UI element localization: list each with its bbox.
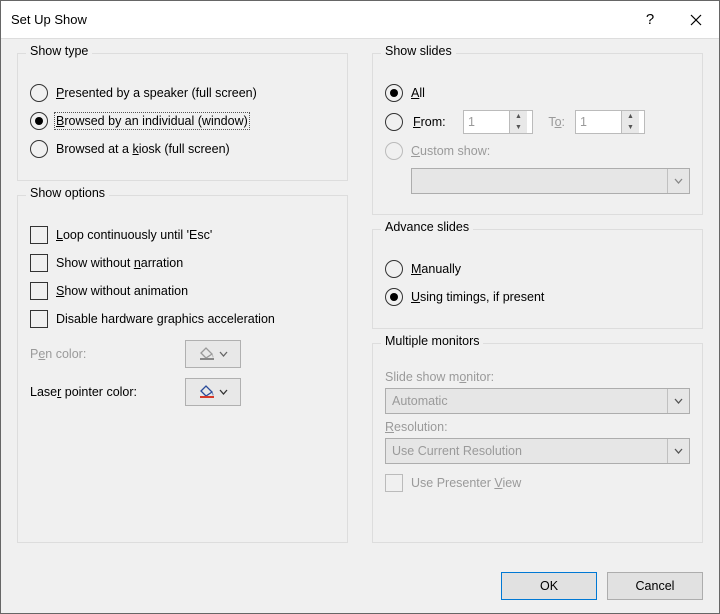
label: All — [411, 86, 425, 100]
right-column: Show slides All From: ▲▼ To: — [372, 53, 703, 557]
dialog-title: Set Up Show — [1, 12, 627, 27]
monitor-label: Slide show monitor: — [385, 370, 690, 384]
check-loop[interactable]: Loop continuously until 'Esc' — [30, 224, 335, 246]
select-text: Automatic — [386, 394, 667, 408]
setup-show-dialog: Set Up Show ? Show type Presented by a s… — [0, 0, 720, 614]
chevron-down-icon — [219, 389, 228, 395]
cancel-button[interactable]: Cancel — [607, 572, 703, 600]
check-no-animation[interactable]: Show without animation — [30, 280, 335, 302]
resolution-label: Resolution: — [385, 420, 690, 434]
label: Browsed by an individual (window) — [56, 114, 248, 128]
checkbox-icon — [30, 282, 48, 300]
pen-color-row: Pen color: — [30, 340, 335, 368]
group-multiple-monitors: Multiple monitors Slide show monitor: Au… — [372, 343, 703, 543]
group-advance-slides: Advance slides Manually Using timings, i… — [372, 229, 703, 329]
to-label: To: — [543, 115, 565, 129]
group-title-show-options: Show options — [26, 186, 109, 200]
close-icon — [690, 14, 702, 26]
label: Show without narration — [56, 256, 183, 270]
from-spinner[interactable]: ▲▼ — [463, 110, 533, 134]
group-show-slides: Show slides All From: ▲▼ To: — [372, 53, 703, 215]
radio-slides-from-row: From: ▲▼ To: ▲▼ — [385, 110, 690, 134]
left-column: Show type Presented by a speaker (full s… — [17, 53, 348, 557]
radio-icon — [30, 84, 48, 102]
from-label: From: — [413, 115, 453, 129]
checkbox-icon — [30, 226, 48, 244]
select-text: Use Current Resolution — [386, 444, 667, 458]
label: Using timings, if present — [411, 290, 544, 304]
radio-advance-timings[interactable]: Using timings, if present — [385, 286, 690, 308]
label: Manually — [411, 262, 461, 276]
group-title-advance: Advance slides — [381, 220, 473, 234]
laser-color-button[interactable] — [185, 378, 241, 406]
radio-icon — [30, 112, 48, 130]
radio-icon — [385, 142, 403, 160]
laser-color-label: Laser pointer color: — [30, 385, 175, 399]
radio-browsed-individual[interactable]: Browsed by an individual (window) — [30, 110, 335, 132]
close-button[interactable] — [673, 1, 719, 38]
label: Presented by a speaker (full screen) — [56, 86, 257, 100]
checkbox-icon — [30, 254, 48, 272]
dialog-content: Show type Presented by a speaker (full s… — [1, 39, 719, 567]
spinner-buttons[interactable]: ▲▼ — [621, 111, 639, 133]
cancel-label: Cancel — [636, 579, 675, 593]
check-presenter-view: Use Presenter View — [385, 472, 690, 494]
paint-bucket-icon — [198, 346, 216, 363]
checkbox-icon — [385, 474, 403, 492]
ok-button[interactable]: OK — [501, 572, 597, 600]
paint-bucket-icon — [198, 384, 216, 401]
resolution-select[interactable]: Use Current Resolution — [385, 438, 690, 464]
group-title-show-slides: Show slides — [381, 44, 456, 58]
to-input[interactable] — [576, 111, 621, 133]
radio-advance-manual[interactable]: Manually — [385, 258, 690, 280]
check-disable-hw-accel[interactable]: Disable hardware graphics acceleration — [30, 308, 335, 330]
label: Loop continuously until 'Esc' — [56, 228, 212, 242]
radio-presented-speaker[interactable]: Presented by a speaker (full screen) — [30, 82, 335, 104]
laser-color-row: Laser pointer color: — [30, 378, 335, 406]
radio-icon — [30, 140, 48, 158]
group-title-show-type: Show type — [26, 44, 92, 58]
group-show-type: Show type Presented by a speaker (full s… — [17, 53, 348, 181]
spinner-buttons[interactable]: ▲▼ — [509, 111, 527, 133]
help-button[interactable]: ? — [627, 1, 673, 38]
chevron-down-icon — [667, 389, 689, 413]
monitor-select[interactable]: Automatic — [385, 388, 690, 414]
columns: Show type Presented by a speaker (full s… — [17, 53, 703, 557]
radio-icon — [385, 288, 403, 306]
check-no-narration[interactable]: Show without narration — [30, 252, 335, 274]
dialog-footer: OK Cancel — [1, 567, 719, 613]
group-title-monitors: Multiple monitors — [381, 334, 483, 348]
titlebar: Set Up Show ? — [1, 1, 719, 39]
ok-label: OK — [540, 579, 558, 593]
label: Custom show: — [411, 144, 490, 158]
pen-color-button[interactable] — [185, 340, 241, 368]
label: Use Presenter View — [411, 476, 521, 490]
label: Show without animation — [56, 284, 188, 298]
group-show-options: Show options Loop continuously until 'Es… — [17, 195, 348, 543]
label: Disable hardware graphics acceleration — [56, 312, 275, 326]
chevron-down-icon — [667, 169, 689, 193]
radio-browsed-kiosk[interactable]: Browsed at a kiosk (full screen) — [30, 138, 335, 160]
pen-color-label: Pen color: — [30, 347, 175, 361]
custom-show-select — [411, 168, 690, 194]
checkbox-icon — [30, 310, 48, 328]
radio-icon — [385, 260, 403, 278]
chevron-down-icon — [219, 351, 228, 357]
radio-custom-show: Custom show: — [385, 140, 690, 162]
radio-icon — [385, 84, 403, 102]
radio-slides-all[interactable]: All — [385, 82, 690, 104]
to-spinner[interactable]: ▲▼ — [575, 110, 645, 134]
label: Browsed at a kiosk (full screen) — [56, 142, 230, 156]
from-input[interactable] — [464, 111, 509, 133]
chevron-down-icon — [667, 439, 689, 463]
radio-slides-from[interactable] — [385, 113, 403, 131]
